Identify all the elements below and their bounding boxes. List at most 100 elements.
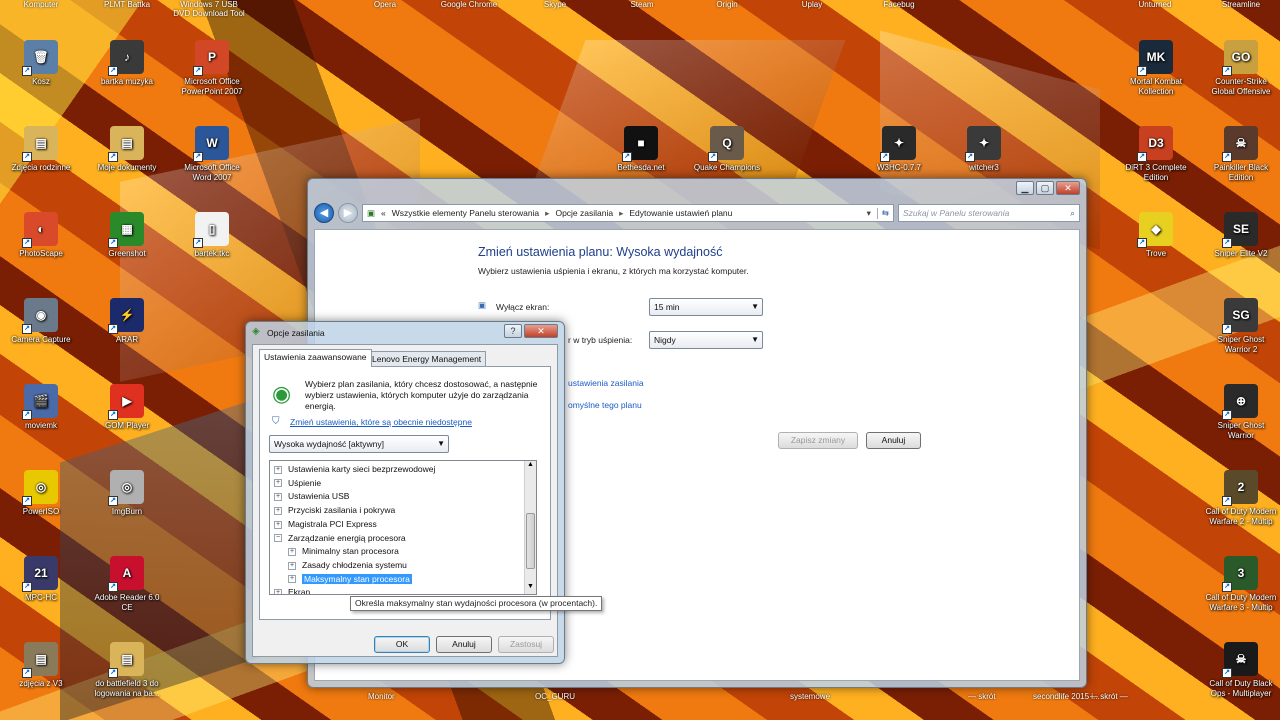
expand-icon[interactable]: +: [274, 493, 282, 502]
tree-node[interactable]: + Maksymalny stan procesora: [288, 573, 412, 586]
desktop-icon[interactable]: ◎ ↗ ImgBurn: [90, 470, 164, 517]
desktop-icon[interactable]: Q ↗ Quake Champions: [690, 126, 764, 173]
change-unavailable-link[interactable]: Zmień ustawienia, które są obecnie niedo…: [290, 417, 472, 427]
dialog-close-button[interactable]: ✕: [524, 324, 558, 338]
top-icon-label[interactable]: Uplay: [775, 0, 849, 18]
desktop-icon[interactable]: MK ↗ Mortal Kombat Kollection: [1119, 40, 1193, 97]
help-button[interactable]: ?: [504, 324, 522, 338]
desktop-icon[interactable]: ◐ ↗ PhotoScape: [4, 212, 78, 259]
cancel-button[interactable]: Anuluj: [866, 432, 921, 449]
desktop-icon[interactable]: SG ↗ Sniper Ghost Warrior 2: [1204, 298, 1278, 355]
desktop-icon[interactable]: P ↗ Microsoft Office PowerPoint 2007: [175, 40, 249, 97]
tab-lenovo-energy[interactable]: Lenovo Energy Management: [367, 351, 487, 367]
expand-icon[interactable]: +: [274, 589, 282, 594]
desktop-icon[interactable]: ▤ ↗ Moje dokumenty: [90, 126, 164, 173]
breadcrumb-all-items[interactable]: Wszystkie elementy Panelu sterowania: [392, 208, 539, 218]
desktop-icon[interactable]: A ↗ Adobe Reader 6.0 CE: [90, 556, 164, 613]
breadcrumb-overflow[interactable]: «: [381, 208, 386, 218]
desktop-icon[interactable]: GO ↗ Counter-Strike Global Offensive: [1204, 40, 1278, 97]
expand-icon[interactable]: +: [274, 465, 282, 474]
tree-node[interactable]: − Zarządzanie energią procesora: [274, 532, 406, 545]
desktop-icon[interactable]: ▤ ↗ zdjęcia z V3: [4, 642, 78, 689]
desktop-icon-label[interactable]: — skrót —: [1090, 692, 1128, 701]
desktop-icon[interactable]: ✦ ↗ W3HC-0.7.7: [862, 126, 936, 173]
desktop-icon[interactable]: ▦ ↗ Greenshot: [90, 212, 164, 259]
desktop-icon-label[interactable]: OC_GURU: [535, 692, 575, 701]
expand-icon[interactable]: +: [274, 506, 282, 515]
desktop-icon[interactable]: ◎ ↗ PowerISO: [4, 470, 78, 517]
desktop-icon[interactable]: ♪ ↗ bartka muzyka: [90, 40, 164, 87]
desktop-icon[interactable]: 🗑 ↗ Kosz: [4, 40, 78, 87]
desktop-icon[interactable]: ■ ↗ Bethesda.net: [604, 126, 678, 173]
restore-defaults-link[interactable]: omyślne tego planu: [568, 400, 642, 410]
desktop-icon[interactable]: ☠ ↗ Painkiller Black Edition: [1204, 126, 1278, 183]
desktop-icon[interactable]: D3 ↗ DiRT 3 Complete Edition: [1119, 126, 1193, 183]
close-button[interactable]: ✕: [1056, 181, 1080, 195]
settings-tree[interactable]: ▲ ▼ + Ustawienia karty sieci bezprzewodow…: [269, 460, 537, 595]
desktop-icon[interactable]: ✦ ↗ witcher3: [947, 126, 1021, 173]
desktop-icon[interactable]: SE ↗ Sniper Elite V2: [1204, 212, 1278, 259]
apply-button[interactable]: Zastosuj: [498, 636, 554, 653]
desktop-icon[interactable]: 🎬 ↗ moviemk: [4, 384, 78, 431]
desktop-icon[interactable]: ▤ ↗ do battlefield 3 do logowania na ba...: [90, 642, 164, 699]
desktop-icon[interactable]: ◉ ↗ Camera Capture: [4, 298, 78, 345]
top-icon-label[interactable]: Unturned: [1118, 0, 1192, 18]
scroll-down-icon[interactable]: ▼: [525, 583, 536, 594]
top-icon-label[interactable]: Facebug: [862, 0, 936, 18]
search-icon[interactable]: ⌕: [1070, 205, 1075, 221]
breadcrumb-power-options[interactable]: Opcje zasilania: [555, 208, 613, 218]
tree-node[interactable]: + Przyciski zasilania i pokrywa: [274, 504, 395, 517]
tree-scrollbar[interactable]: ▲ ▼: [524, 461, 536, 594]
ok-button[interactable]: OK: [374, 636, 430, 653]
forward-button[interactable]: ▶: [338, 203, 358, 223]
minimize-button[interactable]: ▁: [1016, 181, 1034, 195]
top-icon-label[interactable]: PLMT Battka: [90, 0, 164, 18]
tree-node[interactable]: + Minimalny stan procesora: [288, 545, 399, 558]
top-icon-label[interactable]: Skype: [518, 0, 592, 18]
desktop-icon[interactable]: ◆ ↗ Trove: [1119, 212, 1193, 259]
top-icon-label[interactable]: Opera: [348, 0, 422, 18]
top-icon-label[interactable]: Origin: [690, 0, 764, 18]
top-icon-label[interactable]: Streamline: [1204, 0, 1278, 18]
save-changes-button[interactable]: Zapisz zmiany: [778, 432, 858, 449]
expand-icon[interactable]: +: [274, 479, 282, 488]
desktop-icon-label[interactable]: Monitor: [368, 692, 395, 701]
tab-advanced-settings[interactable]: Ustawienia zaawansowane: [259, 349, 372, 367]
refresh-icon[interactable]: ⇆: [876, 207, 889, 219]
desktop-icon[interactable]: ▯ ↗ bartek.tkc: [175, 212, 249, 259]
tree-node[interactable]: + Uśpienie: [274, 477, 321, 490]
desktop-icon[interactable]: ⚡ ↗ ARAR: [90, 298, 164, 345]
address-bar[interactable]: ▣ « Wszystkie elementy Panelu sterowania…: [362, 204, 894, 222]
tree-node[interactable]: + Magistrala PCI Express: [274, 518, 377, 531]
display-off-select[interactable]: 15 min ▼: [649, 298, 763, 316]
maximize-button[interactable]: ▢: [1036, 181, 1054, 195]
desktop-icon[interactable]: ▤ ↗ Zdjęcia rodzinne: [4, 126, 78, 173]
top-icon-label[interactable]: Steam: [605, 0, 679, 18]
tree-node[interactable]: + Ekran: [274, 586, 310, 594]
breadcrumb-edit-plan[interactable]: Edytowanie ustawień planu: [629, 208, 732, 218]
scrollbar-thumb[interactable]: [526, 513, 535, 569]
plan-select[interactable]: Wysoka wydajność [aktywny] ▼: [269, 435, 449, 453]
collapse-icon[interactable]: −: [274, 534, 282, 543]
top-icon-label[interactable]: Komputer: [4, 0, 78, 18]
top-icon-label[interactable]: Google Chrome: [432, 0, 506, 18]
desktop-icon[interactable]: ▶ ↗ GOM Player: [90, 384, 164, 431]
tree-node[interactable]: + Zasady chłodzenia systemu: [288, 559, 407, 572]
expand-icon[interactable]: +: [288, 575, 296, 584]
scroll-up-icon[interactable]: ▲: [525, 461, 536, 472]
desktop-icon[interactable]: ☠ ↗ Call of Duty Black Ops - Multiplayer: [1204, 642, 1278, 699]
desktop-icon[interactable]: W ↗ Microsoft Office Word 2007: [175, 126, 249, 183]
desktop-icon-label[interactable]: — skrót: [968, 692, 996, 701]
desktop-icon-label[interactable]: systemowe: [790, 692, 830, 701]
back-button[interactable]: ◀: [314, 203, 334, 223]
dialog-cancel-button[interactable]: Anuluj: [436, 636, 492, 653]
desktop-icon[interactable]: 2 ↗ Call of Duty Modern Warfare 2 - Multip: [1204, 470, 1278, 527]
expand-icon[interactable]: +: [274, 520, 282, 529]
top-icon-label[interactable]: Windows 7 USB DVD Download Tool: [172, 0, 246, 18]
desktop-icon[interactable]: 21 ↗ MPC-HC: [4, 556, 78, 603]
tree-node[interactable]: + Ustawienia USB: [274, 490, 349, 503]
expand-icon[interactable]: +: [288, 547, 296, 556]
dropdown-arrow-icon[interactable]: ▾: [867, 208, 871, 219]
expand-icon[interactable]: +: [288, 561, 296, 570]
search-input[interactable]: Szukaj w Panelu sterowania ⌕: [898, 204, 1080, 222]
